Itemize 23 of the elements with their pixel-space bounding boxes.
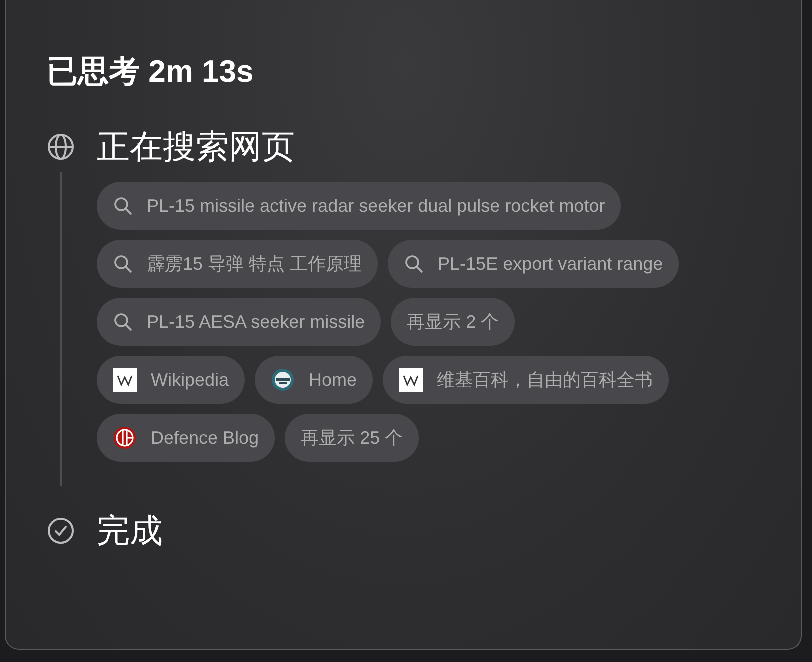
globe-icon [47, 133, 75, 161]
search-icon [113, 312, 133, 332]
source-chip[interactable]: 维基百科，自由的百科全书 [383, 356, 670, 404]
thinking-title: 已思考 2m 13s [47, 53, 255, 91]
zigzag-logo-icon [113, 368, 137, 392]
source-chip[interactable]: Wikipedia [97, 356, 246, 404]
search-query-chip[interactable]: PL-15 AESA seeker missile [97, 298, 382, 346]
search-icon [113, 196, 133, 216]
step-label: 完成 [97, 511, 163, 551]
source-chip[interactable]: Home [255, 356, 374, 404]
search-icon [404, 254, 424, 274]
check-circle-icon [47, 517, 75, 545]
search-icon [113, 254, 133, 274]
blog-logo-icon [113, 426, 137, 450]
step-label: 正在搜索网页 [97, 127, 295, 167]
show-more-chip[interactable]: 再显示 2 个 [391, 298, 516, 346]
search-query-chip[interactable]: PL-15 missile active radar seeker dual pulse rocket motor [97, 182, 622, 230]
search-query-chip[interactable]: PL-15E export variant range [388, 240, 680, 288]
emblem-icon [271, 368, 296, 392]
search-query-chip[interactable]: 霹雳15 导弹 特点 工作原理 [97, 240, 378, 288]
zigzag-logo-icon [399, 368, 424, 392]
show-more-chip[interactable]: 再显示 25 个 [285, 414, 420, 462]
source-chip[interactable]: Defence Blog [97, 414, 276, 462]
